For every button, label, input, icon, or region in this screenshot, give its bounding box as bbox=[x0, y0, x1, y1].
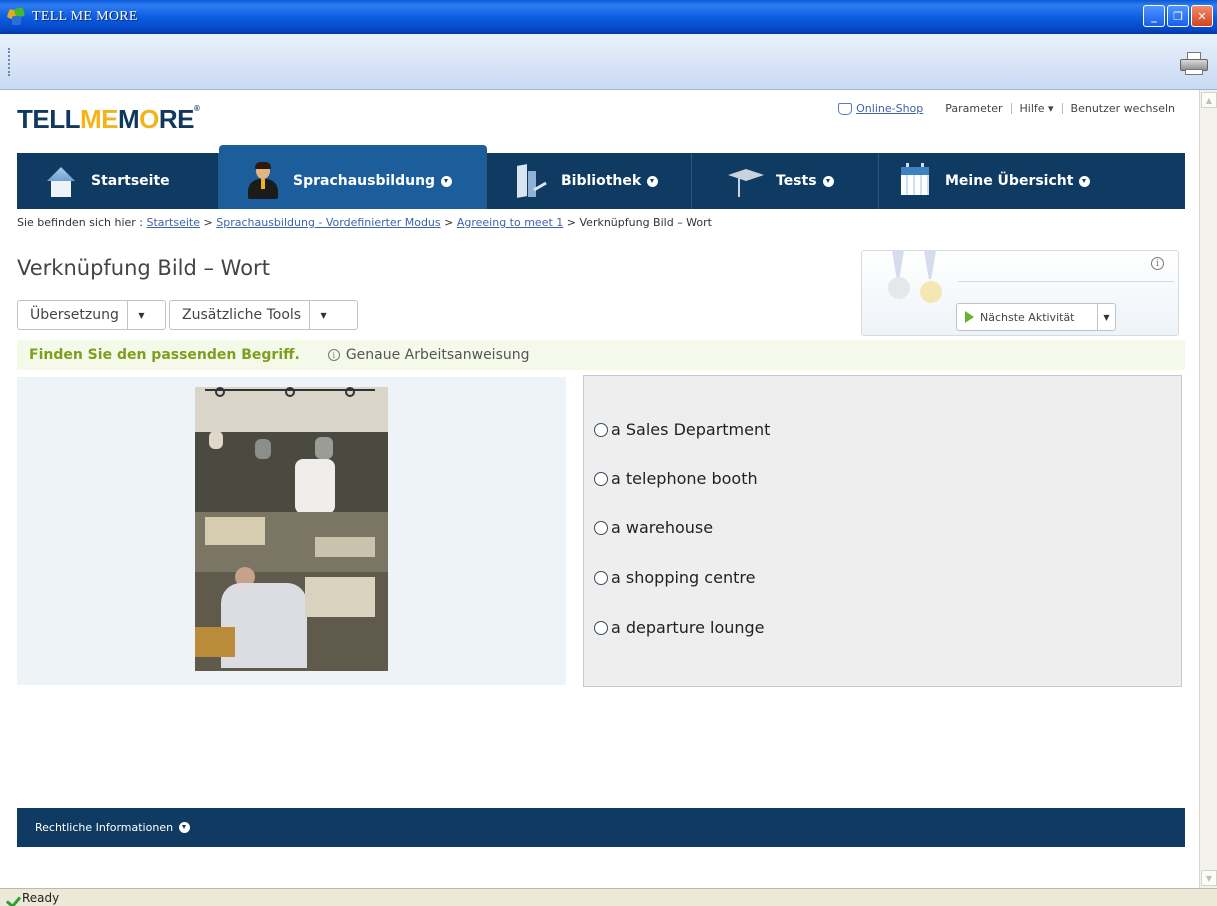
library-icon bbox=[513, 163, 549, 199]
radio-button[interactable] bbox=[594, 570, 608, 585]
parameter-link[interactable]: Parameter bbox=[945, 102, 1002, 115]
image-panel bbox=[17, 377, 566, 685]
toolbar-grip[interactable] bbox=[8, 48, 11, 76]
main-navigation: Startseite Sprachausbildung Bibliothek T… bbox=[17, 145, 1185, 209]
tellmemore-logo[interactable]: TELLMEMORE® bbox=[17, 104, 200, 135]
breadcrumb-link-lesson[interactable]: Agreeing to meet 1 bbox=[457, 216, 563, 229]
window-title: TELL ME MORE bbox=[32, 9, 138, 24]
chevron-down-icon bbox=[1079, 175, 1091, 187]
answer-option[interactable]: a shopping centre bbox=[594, 568, 755, 587]
info-icon[interactable]: i bbox=[1151, 257, 1164, 270]
tab-sprachausbildung[interactable]: Sprachausbildung bbox=[219, 145, 487, 209]
radio-button[interactable] bbox=[594, 422, 608, 437]
chevron-down-icon bbox=[822, 175, 834, 187]
app-icon bbox=[6, 6, 26, 26]
radio-button[interactable] bbox=[594, 520, 608, 535]
top-links: Online-Shop Parameter Hilfe ▾ Benutzer w… bbox=[838, 102, 1175, 115]
scroll-up-arrow[interactable]: ▲ bbox=[1201, 92, 1217, 108]
breadcrumb: Sie befinden sich hier : Startseite > Sp… bbox=[17, 216, 712, 229]
score-panel: i Nächste Aktivität ▼ bbox=[861, 250, 1179, 336]
home-icon bbox=[43, 163, 79, 199]
detailed-instruction-link[interactable]: i Genaue Arbeitsanweisung bbox=[327, 347, 530, 363]
browser-toolbar bbox=[0, 34, 1217, 90]
chevron-down-icon[interactable]: ▼ bbox=[309, 301, 337, 329]
tab-label: Bibliothek bbox=[561, 173, 642, 189]
radio-button[interactable] bbox=[594, 471, 608, 486]
web-page: TELLMEMORE® Online-Shop Parameter Hilfe … bbox=[0, 90, 1199, 888]
chevron-down-icon[interactable]: ▼ bbox=[126, 301, 155, 329]
chevron-down-icon[interactable]: ▼ bbox=[1097, 304, 1115, 330]
answer-options-panel: a Sales Department a telephone booth a w… bbox=[583, 375, 1182, 687]
arrow-right-icon bbox=[965, 311, 974, 323]
vertical-scrollbar[interactable]: ▲ ▼ bbox=[1199, 90, 1217, 888]
breadcrumb-link-course[interactable]: Sprachausbildung - Vordefinierter Modus bbox=[216, 216, 440, 229]
tab-startseite[interactable]: Startseite bbox=[17, 153, 219, 209]
legal-info-link[interactable]: Rechtliche Informationen bbox=[35, 821, 173, 834]
info-icon: i bbox=[327, 349, 340, 361]
instruction-bar: Finden Sie den passenden Begriff. i Gena… bbox=[17, 340, 1185, 370]
chevron-down-icon bbox=[647, 175, 659, 187]
scroll-down-arrow[interactable]: ▼ bbox=[1201, 870, 1217, 886]
tab-label: Tests bbox=[776, 173, 817, 189]
calendar-icon bbox=[897, 163, 933, 199]
check-icon bbox=[8, 893, 20, 903]
answer-option[interactable]: a departure lounge bbox=[594, 618, 765, 637]
gold-medal-icon bbox=[920, 281, 942, 303]
window-title-bar[interactable]: TELL ME MORE _ ❐ ✕ bbox=[0, 0, 1217, 34]
answer-option[interactable]: a Sales Department bbox=[594, 420, 770, 439]
next-activity-button[interactable]: Nächste Aktivität ▼ bbox=[956, 303, 1116, 331]
page-title: Verknüpfung Bild – Wort bbox=[17, 256, 270, 280]
tab-meine-uebersicht[interactable]: Meine Übersicht bbox=[879, 153, 1185, 209]
help-menu[interactable]: Hilfe ▾ bbox=[1020, 102, 1054, 115]
tab-label: Meine Übersicht bbox=[945, 173, 1074, 189]
footer-bar: Rechtliche Informationen bbox=[17, 808, 1185, 847]
minimize-button[interactable]: _ bbox=[1143, 5, 1165, 27]
student-icon bbox=[245, 162, 281, 199]
chevron-down-icon bbox=[441, 175, 453, 187]
close-button[interactable]: ✕ bbox=[1191, 5, 1213, 27]
chevron-down-icon[interactable] bbox=[179, 822, 191, 833]
answer-option[interactable]: a telephone booth bbox=[594, 469, 758, 488]
translation-dropdown[interactable]: Übersetzung ▼ bbox=[17, 300, 166, 330]
print-icon[interactable] bbox=[1179, 52, 1209, 76]
radio-button[interactable] bbox=[594, 620, 608, 635]
answer-option[interactable]: a warehouse bbox=[594, 518, 713, 537]
status-bar: Ready bbox=[0, 888, 1217, 906]
shop-basket-icon[interactable] bbox=[838, 102, 853, 115]
tab-bibliothek[interactable]: Bibliothek bbox=[487, 153, 692, 209]
tab-label: Startseite bbox=[91, 173, 170, 189]
tab-label: Sprachausbildung bbox=[293, 173, 436, 189]
breadcrumb-link-home[interactable]: Startseite bbox=[147, 216, 201, 229]
office-photo bbox=[195, 387, 388, 671]
switch-user-link[interactable]: Benutzer wechseln bbox=[1071, 102, 1175, 115]
status-text: Ready bbox=[22, 890, 60, 905]
tab-tests[interactable]: Tests bbox=[692, 153, 879, 209]
silver-medal-icon bbox=[888, 277, 910, 299]
breadcrumb-current: Verknüpfung Bild – Wort bbox=[579, 216, 712, 229]
online-shop-link[interactable]: Online-Shop bbox=[856, 102, 923, 115]
restore-button[interactable]: ❐ bbox=[1167, 5, 1189, 27]
tools-dropdown[interactable]: Zusätzliche Tools ▼ bbox=[169, 300, 358, 330]
instruction-text: Finden Sie den passenden Begriff. bbox=[29, 347, 300, 363]
graduation-cap-icon bbox=[728, 163, 764, 199]
